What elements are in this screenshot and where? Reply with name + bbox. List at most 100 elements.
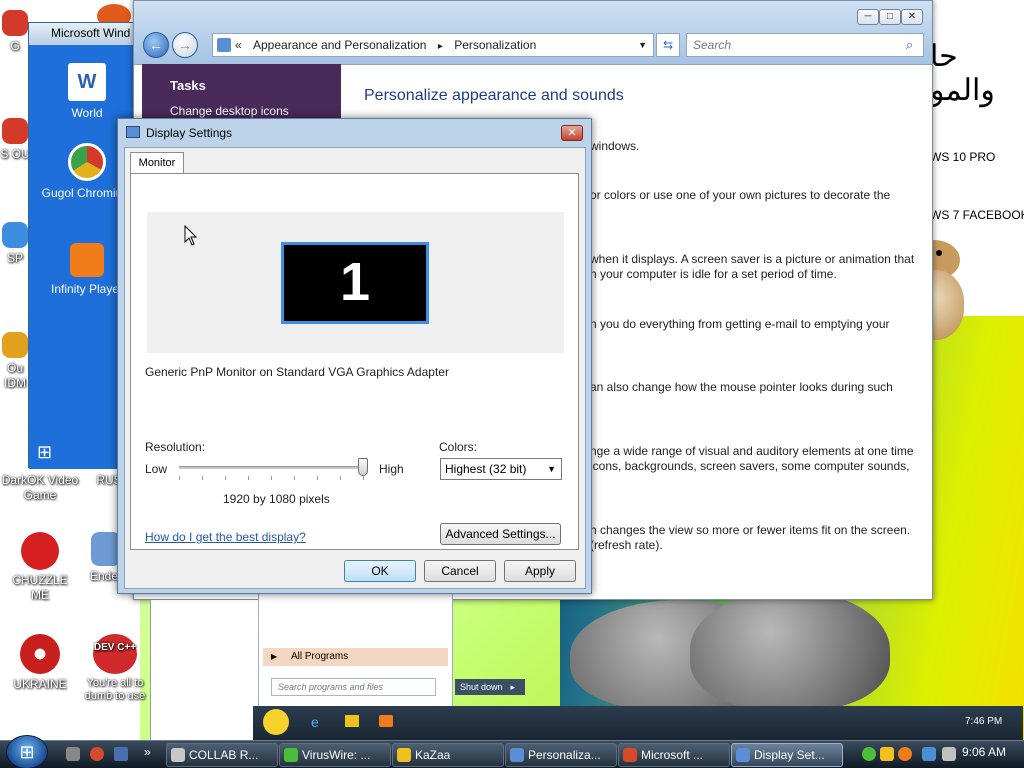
- tile-world[interactable]: W World: [29, 63, 145, 121]
- breadcrumb-separator-icon: ▸: [437, 41, 443, 52]
- tasks-pane: Tasks Change desktop icons: [142, 64, 341, 124]
- tray-icon[interactable]: [862, 747, 876, 761]
- background-text-fragment: WS 10 PRO: [930, 150, 996, 164]
- dialog-title: Display Settings: [146, 126, 233, 140]
- search-input[interactable]: Search: [686, 33, 924, 57]
- cancel-button[interactable]: Cancel: [424, 560, 496, 582]
- description-line: icons, backgrounds, screen savers, some …: [590, 459, 910, 473]
- maximize-button[interactable]: □: [879, 9, 901, 25]
- description-line: (refresh rate).: [590, 538, 663, 552]
- address-dropdown-icon[interactable]: ▼: [638, 34, 647, 56]
- background-window-fragment: [150, 600, 260, 740]
- ok-button[interactable]: OK: [344, 560, 416, 582]
- network-icon[interactable]: [922, 747, 936, 761]
- windows-logo-icon: ⊞: [19, 742, 35, 762]
- change-desktop-icons-link[interactable]: Change desktop icons: [170, 104, 289, 118]
- taskbar-button-label: COLLAB R...: [189, 748, 259, 762]
- breadcrumb-overflow[interactable]: «: [235, 34, 242, 56]
- tab-monitor[interactable]: Monitor: [130, 152, 184, 174]
- help-link[interactable]: How do I get the best display?: [145, 530, 306, 544]
- taskbar-button-label: KaZaa: [415, 748, 451, 762]
- taskbar: ⊞ » 9:06 AM COLLAB R... VirusWire: ... KaZ…: [0, 735, 1024, 768]
- refresh-button[interactable]: ⇆: [656, 33, 680, 57]
- resolution-slider-track[interactable]: [179, 466, 363, 469]
- dialog-body: Monitor 1 Generic PnP Monitor on Standar…: [124, 147, 586, 589]
- tray-icon[interactable]: [880, 747, 894, 761]
- breadcrumb-appearance[interactable]: Appearance and Personalization: [253, 38, 426, 52]
- desktop-icon[interactable]: Ou IDM: [0, 332, 30, 391]
- quicklaunch-icon[interactable]: [114, 747, 128, 761]
- description-line: nge a wide range of visual and auditory …: [590, 444, 914, 458]
- app-icon: [623, 748, 637, 762]
- close-button[interactable]: ✕: [901, 9, 923, 25]
- monitor-1[interactable]: 1: [281, 242, 429, 324]
- description-line: n you do everything from getting e-mail …: [590, 317, 890, 331]
- arrow-right-icon: ▶: [271, 652, 278, 661]
- inner-taskbar: e 7:46 PM: [253, 706, 1023, 740]
- description-line: an also change how the mouse pointer loo…: [590, 380, 893, 394]
- desktop-icon-devcpp[interactable]: DEV C++ You're all to dumb to use: [78, 634, 152, 703]
- colors-select[interactable]: Highest (32 bit) ▼: [440, 458, 562, 480]
- back-button[interactable]: ←: [143, 32, 169, 58]
- word-icon: W: [68, 63, 106, 101]
- desktop-icon[interactable]: S OU: [0, 118, 30, 162]
- windows-logo-icon[interactable]: ⊞: [37, 441, 65, 463]
- address-bar[interactable]: « Appearance and Personalization ▸ Perso…: [212, 33, 654, 57]
- search-icon[interactable]: ⌕: [906, 37, 913, 53]
- desktop-icon[interactable]: G: [0, 10, 30, 54]
- player-icon: [70, 243, 104, 277]
- control-panel-icon: [217, 38, 231, 52]
- volume-icon[interactable]: [942, 747, 956, 761]
- tasks-heading: Tasks: [170, 78, 206, 93]
- desktop-icon-chuzzle[interactable]: CHUZZLE ME: [2, 532, 78, 603]
- forward-button[interactable]: →: [172, 32, 198, 58]
- breadcrumb-personalization[interactable]: Personalization: [454, 38, 536, 52]
- app-icon: [736, 748, 750, 762]
- quicklaunch-overflow[interactable]: »: [144, 745, 151, 759]
- description-line: n your computer is idle for a set period…: [590, 267, 837, 281]
- description-line: when it displays. A screen saver is a pi…: [590, 252, 915, 266]
- taskbar-button[interactable]: Display Set...: [731, 743, 843, 767]
- shutdown-button[interactable]: Shut down ▸: [455, 679, 525, 695]
- arrow-icon: ▸: [510, 682, 516, 692]
- slider-tick: [179, 476, 180, 480]
- resolution-value: 1920 by 1080 pixels: [223, 492, 330, 506]
- start-button[interactable]: ⊞: [6, 735, 48, 768]
- slider-tick: [202, 476, 203, 480]
- slider-high-label: High: [379, 462, 404, 476]
- taskbar-button[interactable]: Microsoft ...: [618, 743, 730, 767]
- resolution-slider-thumb[interactable]: [358, 458, 368, 476]
- quicklaunch-icon[interactable]: [66, 747, 80, 761]
- desktop-icon[interactable]: SP: [0, 222, 30, 266]
- taskbar-clock[interactable]: 9:06 AM: [962, 745, 1006, 759]
- ie-icon: e: [311, 714, 319, 730]
- taskbar-button[interactable]: COLLAB R...: [166, 743, 278, 767]
- slider-tick: [294, 476, 295, 480]
- monitor-name: Generic PnP Monitor on Standard VGA Grap…: [145, 365, 449, 379]
- colors-label: Colors:: [439, 440, 478, 454]
- description-line: windows.: [590, 139, 640, 153]
- tray-icon[interactable]: [898, 747, 912, 761]
- quicklaunch-icon[interactable]: [90, 747, 104, 761]
- taskbar-button-label: Display Set...: [754, 748, 825, 762]
- window-title: Microsoft Wind: [29, 23, 143, 45]
- desktop-icon-ukraine[interactable]: UKRAINE: [2, 634, 78, 692]
- app-icon: [510, 748, 524, 762]
- dialog-close-button[interactable]: ✕: [561, 125, 583, 141]
- slider-tick: [225, 476, 226, 480]
- display-settings-dialog[interactable]: Display Settings ✕ Monitor 1 Generic PnP…: [117, 118, 592, 594]
- taskbar-button[interactable]: Personaliza...: [505, 743, 617, 767]
- apply-button[interactable]: Apply: [504, 560, 576, 582]
- description-line: or colors or use one of your own picture…: [590, 188, 891, 202]
- all-programs-item[interactable]: ▶ All Programs: [263, 648, 448, 666]
- background-text-fragment: WS 7 FACEBOOK E: [930, 208, 1024, 222]
- taskbar-button[interactable]: VirusWire: ...: [279, 743, 391, 767]
- start-search-input[interactable]: Search programs and files: [271, 678, 436, 696]
- taskbar-button[interactable]: KaZaa: [392, 743, 504, 767]
- slider-tick: [248, 476, 249, 480]
- minimize-button[interactable]: ─: [857, 9, 879, 25]
- app-icon: [171, 748, 185, 762]
- advanced-settings-button[interactable]: Advanced Settings...: [440, 523, 561, 545]
- slider-low-label: Low: [145, 462, 168, 476]
- folder-icon: [345, 715, 359, 727]
